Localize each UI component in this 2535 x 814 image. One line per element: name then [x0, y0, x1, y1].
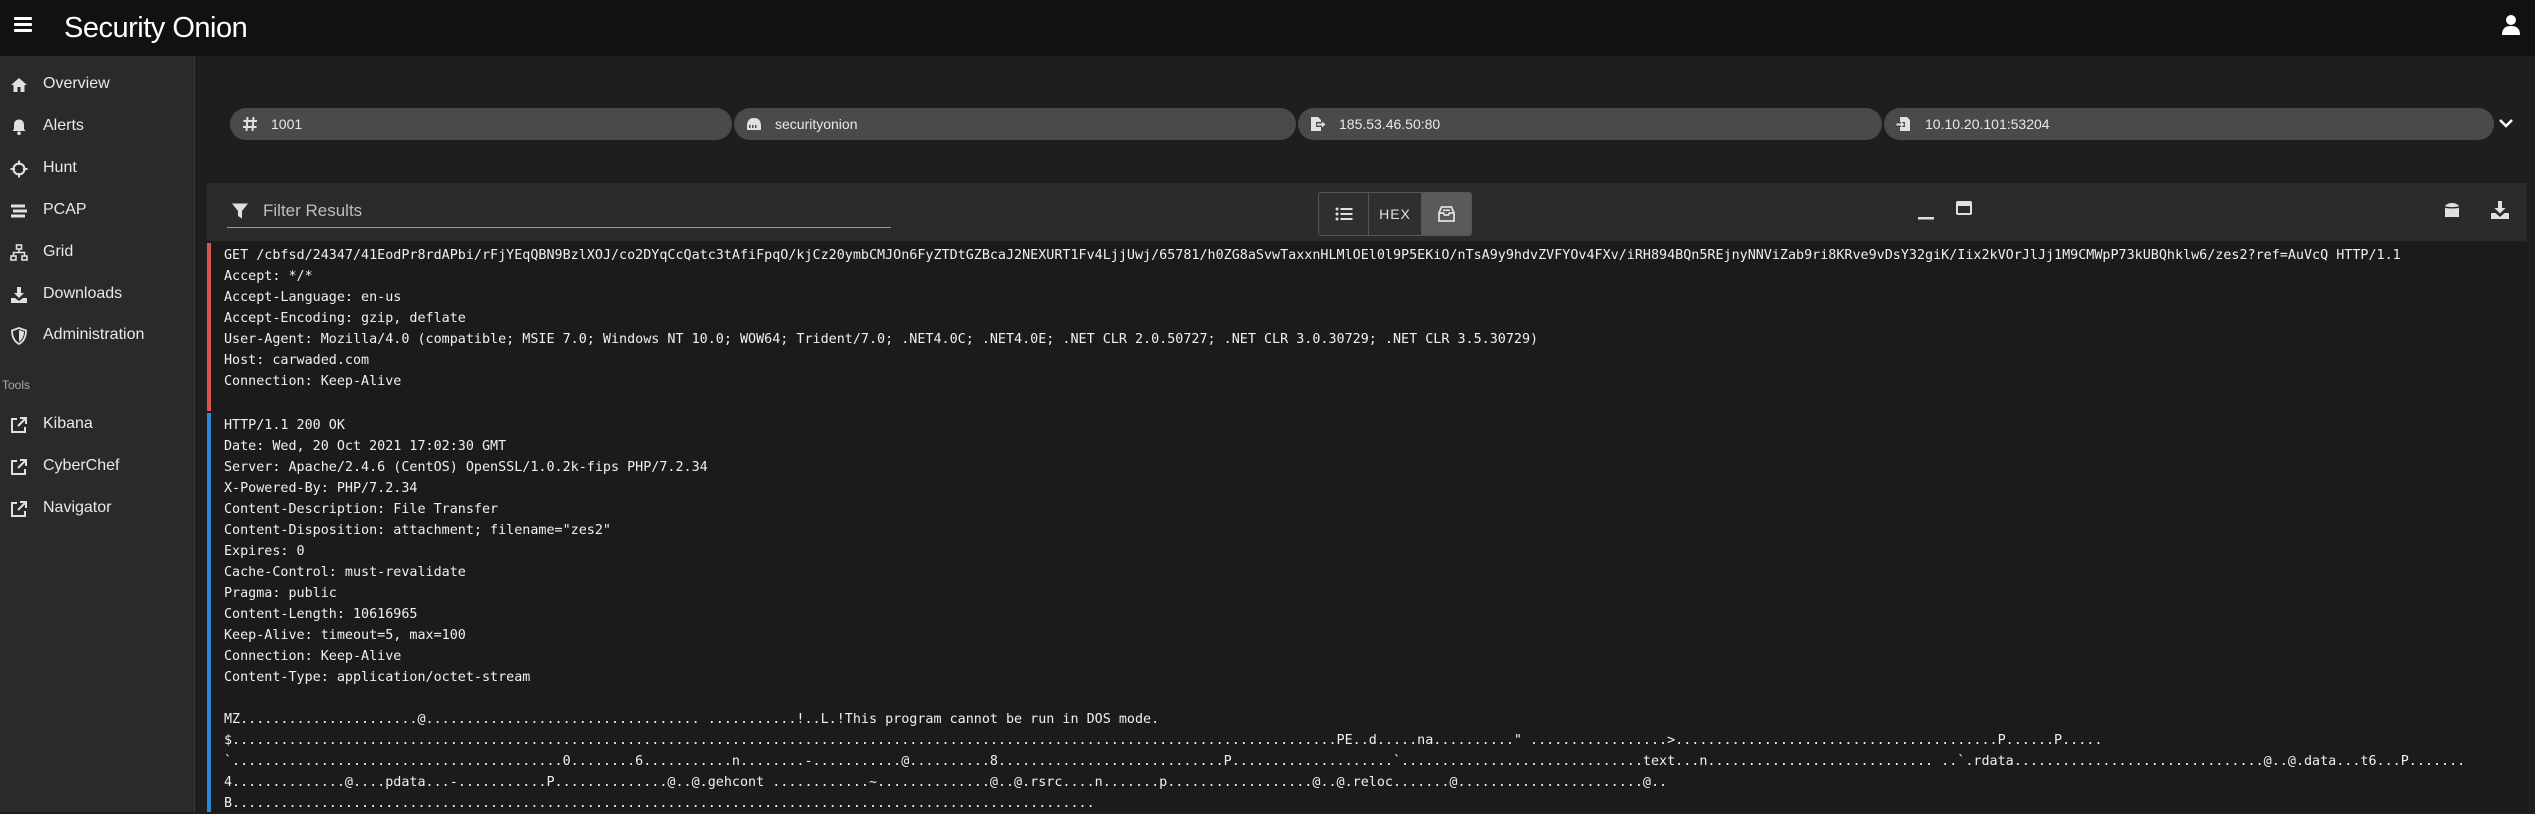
response-block: HTTP/1.1 200 OK Date: Wed, 20 Oct 2021 1…	[207, 413, 2527, 812]
sidebar-item-label: Alerts	[43, 117, 84, 134]
inbox-icon	[1437, 206, 1455, 222]
download-icon[interactable]	[2490, 200, 2510, 220]
chip-destination[interactable]: 10.10.20.101:53204	[1884, 108, 2494, 140]
sidebar: Overview Alerts Hunt PCAP Grid Downloads…	[0, 56, 195, 812]
collapse-icon[interactable]	[1916, 202, 1936, 222]
window-restore-icon[interactable]	[1954, 198, 1974, 218]
chip-label: 185.53.46.50:80	[1339, 116, 1441, 132]
request-block: GET /cbfsd/24347/41EodPr8rdAPbi/rFjYEqQB…	[207, 243, 2527, 411]
response-text: HTTP/1.1 200 OK Date: Wed, 20 Oct 2021 1…	[224, 418, 2466, 811]
sidebar-item-label: Overview	[43, 75, 110, 92]
sidebar-item-alerts[interactable]: Alerts	[0, 108, 194, 144]
sidebar-item-label: Grid	[43, 243, 74, 260]
user-icon[interactable]	[2501, 14, 2521, 36]
filter-results-input[interactable]	[261, 197, 885, 225]
chip-label: 10.10.20.101:53204	[1925, 116, 2050, 132]
filter-chips: 1001 securityonion 185.53.46.50:80 10.10…	[230, 106, 2518, 142]
sidebar-item-hunt[interactable]: Hunt	[0, 150, 194, 186]
sitemap-icon	[10, 244, 28, 261]
sidebar-item-label: Navigator	[43, 499, 112, 516]
sidebar-item-label: PCAP	[43, 201, 87, 218]
transcript-content: GET /cbfsd/24347/41EodPr8rdAPbi/rFjYEqQB…	[207, 243, 2527, 812]
server-icon	[747, 118, 761, 130]
stream-icon	[11, 204, 27, 218]
list-icon	[1335, 207, 1353, 221]
app-bar: Security Onion	[0, 0, 2535, 56]
sidebar-item-label: Kibana	[43, 415, 93, 432]
shield-icon	[11, 327, 27, 345]
sidebar-item-navigator[interactable]: Navigator	[0, 490, 194, 526]
sidebar-item-cyberchef[interactable]: CyberChef	[0, 448, 194, 484]
sidebar-item-label: Hunt	[43, 159, 77, 176]
tools-heading: Tools	[2, 378, 31, 392]
chevron-down-icon[interactable]	[2495, 112, 2517, 134]
file-export-icon	[1311, 117, 1326, 131]
transcript-view-button[interactable]	[1421, 193, 1471, 235]
hashtag-icon	[243, 116, 257, 132]
sidebar-item-label: Administration	[43, 326, 145, 343]
chip-sensor[interactable]: securityonion	[734, 108, 1296, 140]
sidebar-item-grid[interactable]: Grid	[0, 234, 194, 270]
sidebar-item-label: Downloads	[43, 285, 123, 302]
filter-results-field[interactable]	[227, 195, 891, 228]
crosshairs-icon	[10, 160, 28, 178]
sidebar-item-overview[interactable]: Overview	[0, 66, 194, 102]
sidebar-item-label: CyberChef	[43, 457, 120, 474]
sidebar-item-pcap[interactable]: PCAP	[0, 192, 194, 228]
filter-icon	[232, 203, 248, 219]
chip-source[interactable]: 185.53.46.50:80	[1298, 108, 1882, 140]
external-link-icon	[11, 459, 27, 475]
logo[interactable]: Security Onion	[64, 9, 248, 47]
chip-label: securityonion	[775, 116, 858, 132]
sidebar-item-administration[interactable]: Administration	[0, 317, 194, 353]
sidebar-item-downloads[interactable]: Downloads	[0, 276, 194, 312]
response-indicator	[207, 413, 211, 812]
list-view-button[interactable]	[1319, 193, 1368, 235]
hex-view-button[interactable]: HEX	[1368, 193, 1422, 235]
file-import-icon	[1896, 117, 1910, 131]
wireshark-icon[interactable]	[2442, 200, 2462, 220]
external-link-icon	[11, 417, 27, 433]
external-link-icon	[11, 501, 27, 517]
menu-icon[interactable]	[14, 17, 32, 32]
view-mode-toggle: HEX	[1318, 192, 1472, 236]
sidebar-item-kibana[interactable]: Kibana	[0, 406, 194, 442]
logo-text: Security Onion	[64, 11, 248, 44]
home-icon	[11, 78, 27, 92]
transcript-toolbar: HEX	[207, 183, 2527, 241]
request-indicator	[207, 243, 211, 411]
onion-swirl-icon	[50, 1, 51, 2]
download-icon	[11, 287, 27, 303]
request-text: GET /cbfsd/24347/41EodPr8rdAPbi/rFjYEqQB…	[224, 248, 2401, 389]
chip-id[interactable]: 1001	[230, 108, 732, 140]
bell-icon	[12, 119, 26, 135]
chip-label: 1001	[271, 116, 303, 132]
